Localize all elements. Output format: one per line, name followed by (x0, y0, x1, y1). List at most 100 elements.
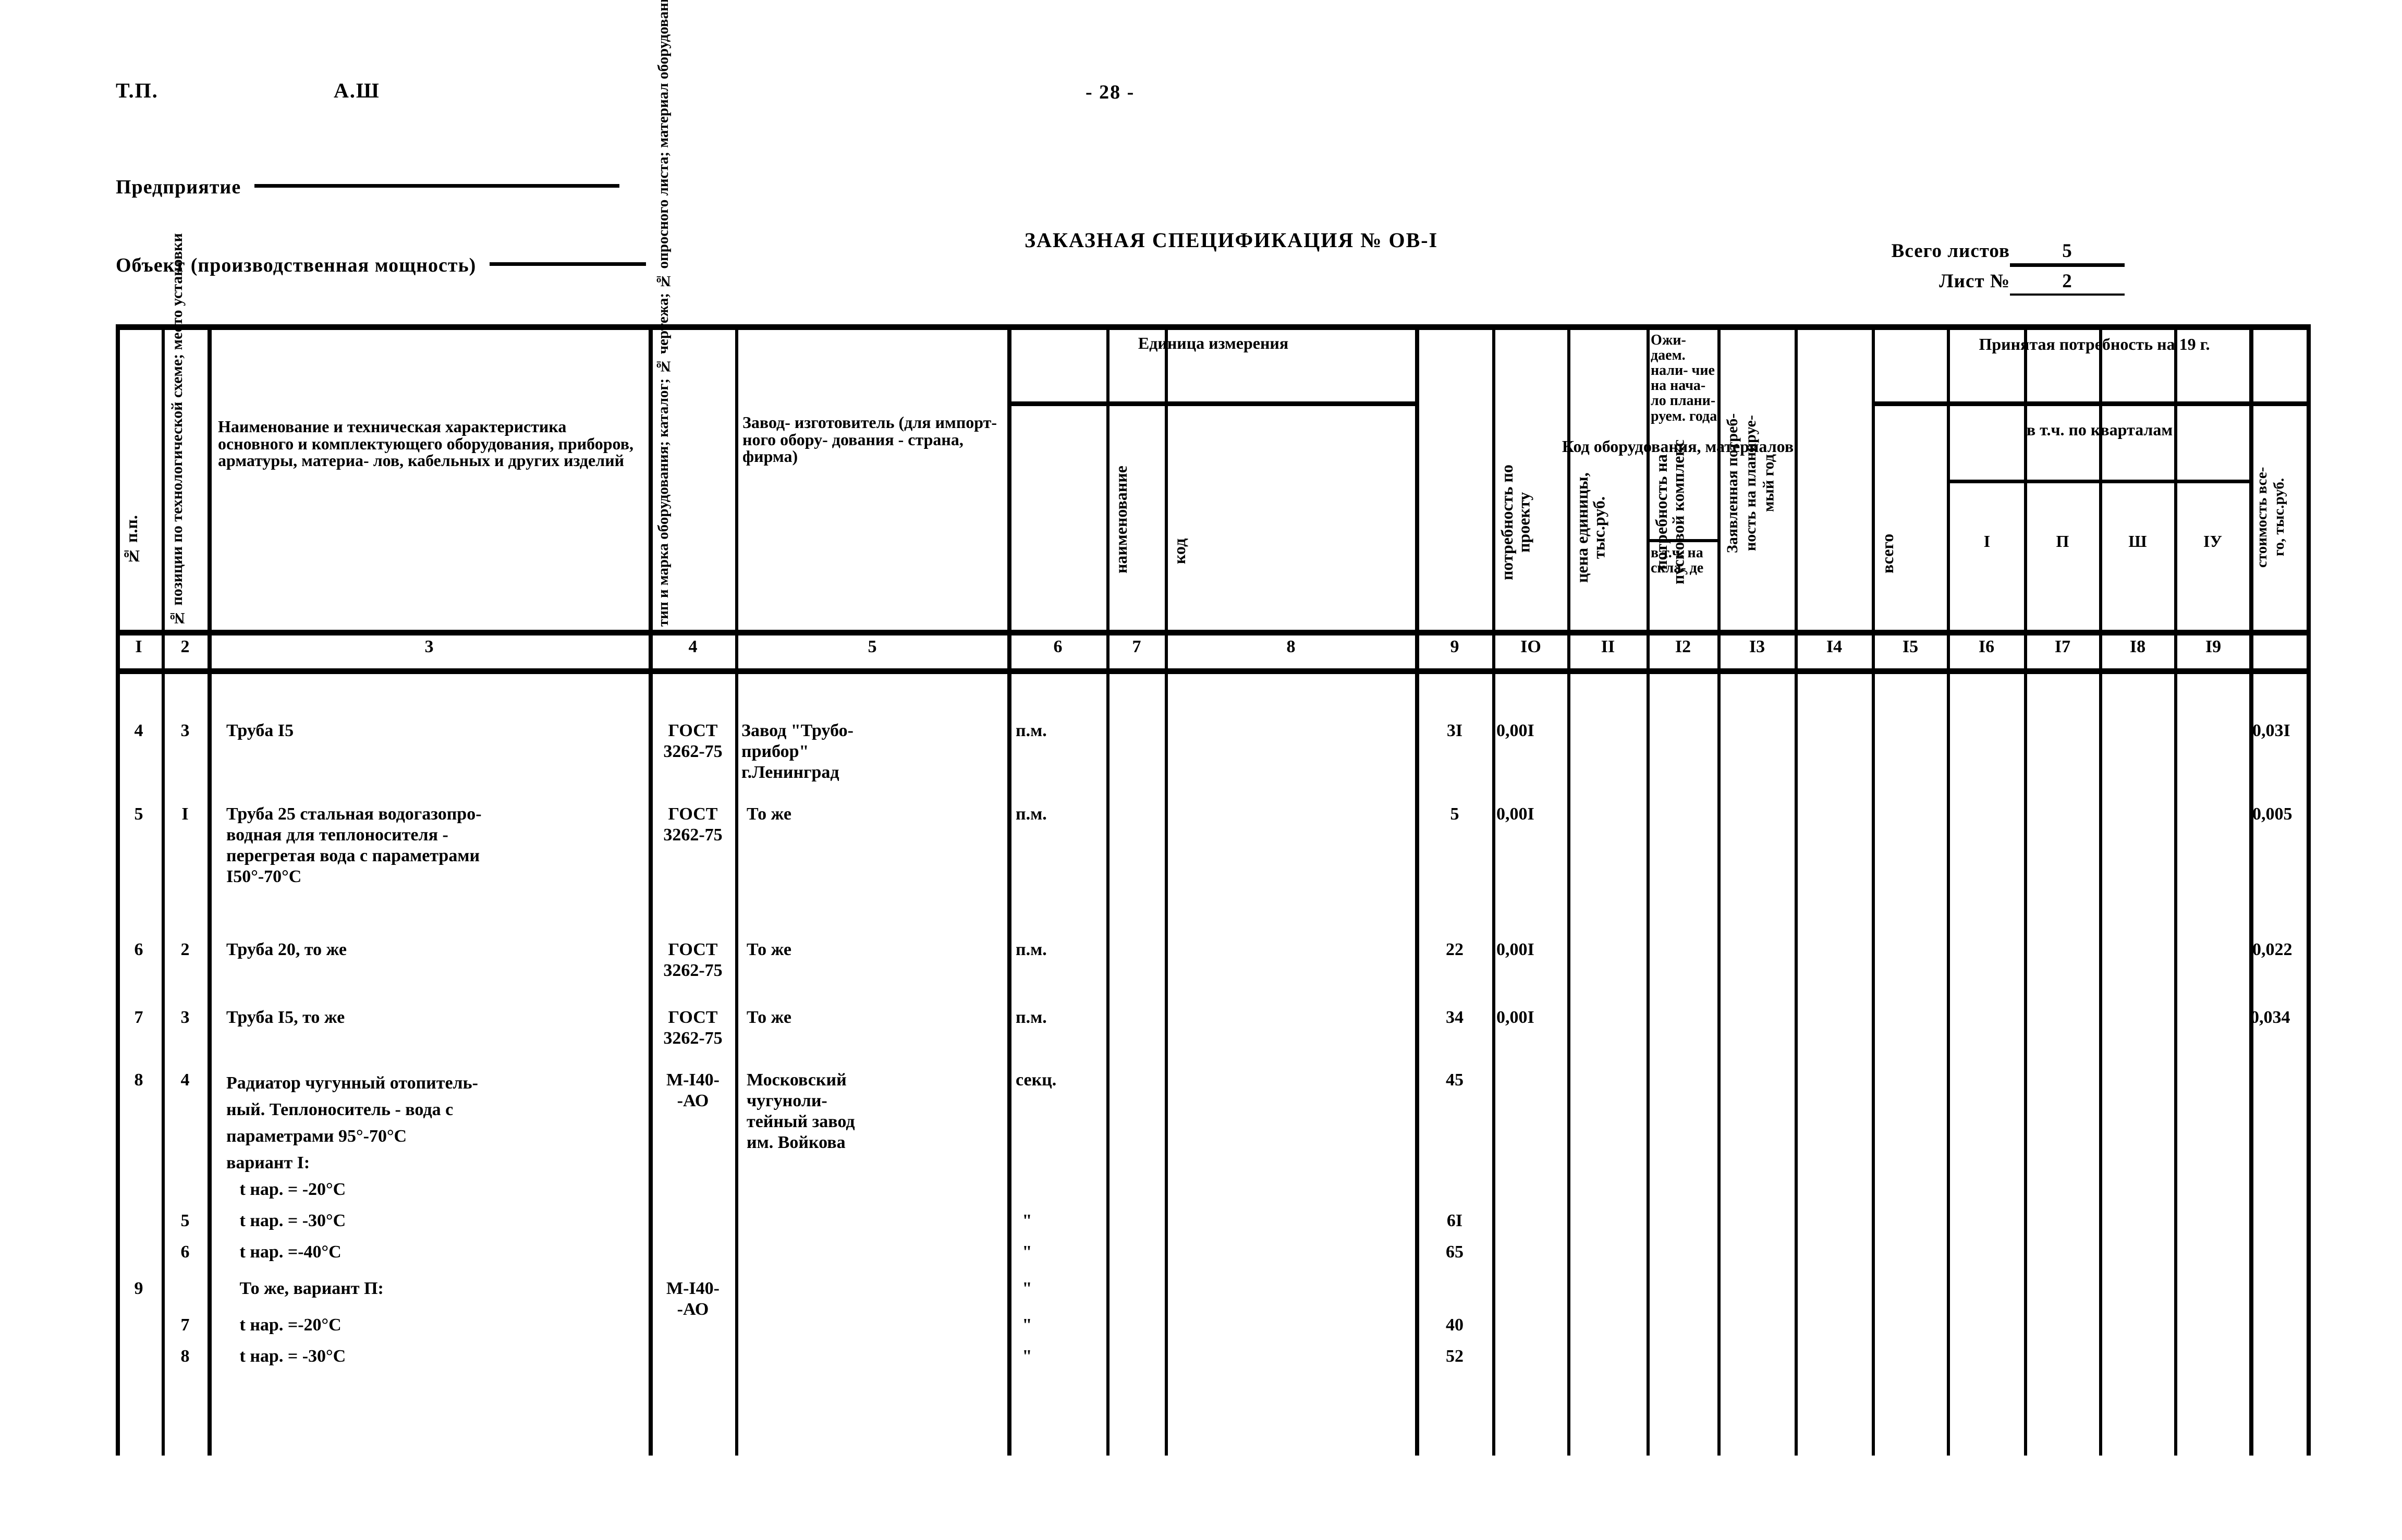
col-border-11 (1647, 324, 1650, 1456)
col-border-19 (2249, 324, 2253, 1456)
colnum-8: 8 (1286, 637, 1296, 656)
table-row: 0,00I (1496, 721, 1534, 740)
table-row: " (1022, 1211, 1032, 1230)
table-row: " (1022, 1347, 1032, 1366)
table-row: Завод "Трубо- прибор" г.Ленинград (741, 721, 853, 783)
table-row: 5 (180, 1211, 190, 1230)
table-row: " (1022, 1315, 1032, 1335)
specification-title: ЗАКАЗНАЯ СПЕЦИФИКАЦИЯ № ОВ-I (1025, 228, 1438, 252)
table-row: То же (747, 940, 791, 959)
col-border-2 (208, 324, 212, 1456)
table-row: 3I (1446, 721, 1463, 740)
table-row: М-I40- -АО (666, 1279, 720, 1319)
colnum-5: 5 (868, 637, 877, 656)
table-row: 7 (180, 1315, 190, 1335)
colhdr-position-scheme: № позиции по технологической схеме; мест… (168, 233, 186, 627)
table-row: 9 (134, 1279, 143, 1298)
sheets-total-label: Всего листов (1891, 240, 2010, 262)
table-row: t нар. =-20°С (226, 1315, 342, 1335)
col-border-17 (2099, 324, 2102, 1456)
table-row: 6 (134, 940, 143, 959)
table-row: 52 (1446, 1347, 1464, 1366)
colhdr-expected-sub: в т.ч. на скла- де (1651, 545, 1704, 577)
table-row: Труба 20, то же (226, 940, 347, 959)
colhdr-declared-demand: Заявленная потреб- ность на планируе- мы… (1724, 413, 1777, 554)
sheet-no-value[interactable]: 2 (2010, 270, 2125, 296)
sheets-total-value[interactable]: 5 (2010, 240, 2125, 267)
colhdr-accepted-demand: Принятая потребность на 19 г. (1979, 335, 2210, 353)
colhdr-name-and-specs: Наименование и техническая характеристик… (218, 417, 633, 470)
table-row: Труба 25 стальная водогазопро- водная дл… (226, 804, 482, 887)
table-row: 22 (1446, 940, 1464, 959)
col-border-1 (162, 324, 165, 1456)
col-border-12 (1717, 324, 1721, 1456)
colnum-13: I3 (1749, 637, 1765, 656)
table-row: 0,034 (2250, 1008, 2290, 1027)
table-row: 5 (134, 804, 143, 824)
sheets-info-block: Всего листов 5 Лист № 2 (1848, 240, 2125, 296)
table-row: 0,00I (1496, 940, 1534, 959)
colnum-17: I7 (2054, 637, 2071, 656)
enterprise-blank-rule[interactable] (254, 184, 620, 188)
colnum-4: 4 (688, 637, 698, 656)
table-colnum-top-rule (116, 630, 2311, 635)
table-row: 4 (134, 721, 143, 740)
table-row: t нар. = -30°С (226, 1347, 346, 1366)
object-field: Объект (производственная мощность) (116, 254, 647, 277)
colnum-2: 2 (180, 637, 190, 656)
sheet-no-label: Лист № (1939, 271, 2010, 292)
col-border-14 (1872, 324, 1875, 1456)
table-row: 65 (1446, 1242, 1464, 1262)
quarters-group-rule (1947, 480, 2249, 483)
sheet-no-row: Лист № 2 (1848, 270, 2125, 296)
colhdr-unit-name: наименование (1112, 466, 1130, 574)
table-row: М-I40- -АО (666, 1070, 720, 1111)
table-row: ГОСТ 3262-75 (663, 804, 723, 845)
table-row: 3 (180, 1008, 190, 1027)
colnum-14: I4 (1826, 637, 1843, 656)
col-border-16 (2024, 324, 2027, 1456)
col-border-5 (1007, 324, 1011, 1456)
table-row: Московский чугуноли- тейный завод им. Во… (747, 1070, 855, 1153)
table-row: Радиатор чугунный отопитель- ный. Теплон… (226, 1073, 478, 1199)
colnum-10: IO (1520, 637, 1541, 656)
colnum-9: 9 (1450, 637, 1459, 656)
colhdr-project-demand: потребность по проекту (1497, 465, 1533, 580)
colhdr-unit-price: цена единицы, тыс.руб. (1572, 472, 1608, 583)
col-border-15 (1947, 324, 1950, 1456)
table-row: 8 (134, 1070, 143, 1090)
colnum-18: I8 (2129, 637, 2146, 656)
colhdr-quarter-2: П (2056, 532, 2069, 551)
table-row: п.м. (1016, 804, 1047, 824)
colhdr-type-and-brand: тип и марка оборудования; каталог; № чер… (655, 0, 672, 627)
table-row: То же (747, 804, 791, 824)
colhdr-manufacturer: Завод- изготовитель (для импорт- ного об… (742, 413, 997, 466)
table-row: 34 (1446, 1008, 1464, 1027)
table-row: 6I (1446, 1211, 1463, 1230)
unit-group-rule (1011, 401, 1415, 406)
colhdr-quarter-3: Ш (2128, 532, 2147, 551)
table-row: п.м. (1016, 1008, 1047, 1027)
table-row: 4 (180, 1070, 190, 1090)
table-row: t нар. = -30°С (226, 1211, 346, 1230)
col-border-9 (1492, 324, 1495, 1456)
enterprise-field: Предприятие (116, 176, 620, 199)
table-row: 7 (134, 1008, 143, 1027)
table-row: п.м. (1016, 940, 1047, 959)
object-blank-rule[interactable] (490, 262, 647, 266)
table-row: 40 (1446, 1315, 1464, 1335)
table-row: 2 (180, 940, 190, 959)
table-row: ГОСТ 3262-75 (663, 1008, 723, 1048)
table-row: 0,03I (2252, 721, 2290, 740)
enterprise-label: Предприятие (116, 176, 241, 198)
table-row: I (181, 804, 189, 824)
colnum-19: I9 (2205, 637, 2222, 656)
document-section: А.Ш (334, 79, 380, 102)
colhdr-unit-code: код (1170, 538, 1189, 564)
table-row: 0,00I (1496, 804, 1534, 824)
table-row: Труба I5 (226, 721, 294, 740)
sheets-total-row: Всего листов 5 (1848, 240, 2125, 267)
table-row: 5 (1450, 804, 1459, 824)
table-row: 0,022 (2252, 940, 2293, 959)
colnum-3: 3 (424, 637, 434, 656)
